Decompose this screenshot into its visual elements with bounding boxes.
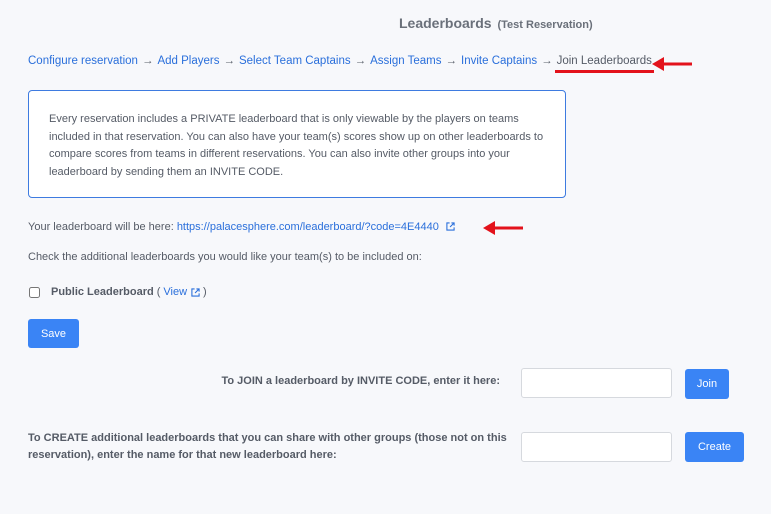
- info-text: Every reservation includes a PRIVATE lea…: [49, 113, 544, 178]
- external-link-icon[interactable]: [191, 287, 200, 297]
- page-title-main: Leaderboards: [399, 15, 492, 31]
- join-button[interactable]: Join: [685, 369, 729, 399]
- additional-leaderboards-prompt: Check the additional leaderboards you wo…: [28, 251, 422, 263]
- create-leaderboard-label: To CREATE additional leaderboards that y…: [28, 432, 507, 461]
- breadcrumb-separator: →: [541, 55, 553, 67]
- create-button[interactable]: Create: [685, 432, 744, 462]
- breadcrumb-current-join-leaderboards: Join Leaderboards: [556, 55, 652, 67]
- public-leaderboard-label: Public Leaderboard: [51, 286, 154, 298]
- new-leaderboard-name-input[interactable]: [521, 432, 672, 462]
- paren-close: ): [203, 286, 207, 298]
- invite-code-input[interactable]: [521, 368, 672, 398]
- breadcrumb-assign-teams[interactable]: Assign Teams: [370, 55, 441, 67]
- page-title-reservation: (Test Reservation): [497, 19, 593, 31]
- breadcrumb: Configure reservation → Add Players → Select…: [28, 55, 652, 67]
- public-leaderboard-row: Public Leaderboard ( View ): [29, 286, 210, 298]
- paren-open: (: [156, 286, 161, 298]
- red-arrow-icon: [483, 221, 523, 235]
- breadcrumb-add-players[interactable]: Add Players: [157, 55, 219, 67]
- breadcrumb-separator: →: [141, 55, 154, 67]
- save-button[interactable]: Save: [28, 319, 79, 348]
- breadcrumb-separator: →: [354, 55, 367, 67]
- breadcrumb-invite-captains[interactable]: Invite Captains: [461, 55, 537, 67]
- breadcrumb-configure-reservation[interactable]: Configure reservation: [28, 55, 138, 67]
- info-box: Every reservation includes a PRIVATE lea…: [28, 90, 566, 198]
- breadcrumb-separator: →: [445, 55, 458, 67]
- page-title: Leaderboards (Test Reservation): [399, 15, 593, 31]
- breadcrumb-separator: →: [223, 55, 235, 67]
- public-leaderboard-view-link[interactable]: View: [163, 286, 187, 298]
- leaderboard-url-label: Your leaderboard will be here:: [28, 221, 174, 233]
- external-link-icon[interactable]: [446, 222, 455, 231]
- breadcrumb-select-team-captains[interactable]: Select Team Captains: [239, 55, 351, 67]
- leaderboard-url-link[interactable]: https://palacesphere.com/leaderboard/?co…: [177, 221, 439, 233]
- leaderboard-url-line: Your leaderboard will be here: https://p…: [28, 221, 455, 233]
- red-arrow-icon: [652, 57, 692, 71]
- public-leaderboard-checkbox[interactable]: [29, 286, 40, 298]
- join-leaderboard-label: To JOIN a leaderboard by INVITE CODE, en…: [221, 375, 500, 387]
